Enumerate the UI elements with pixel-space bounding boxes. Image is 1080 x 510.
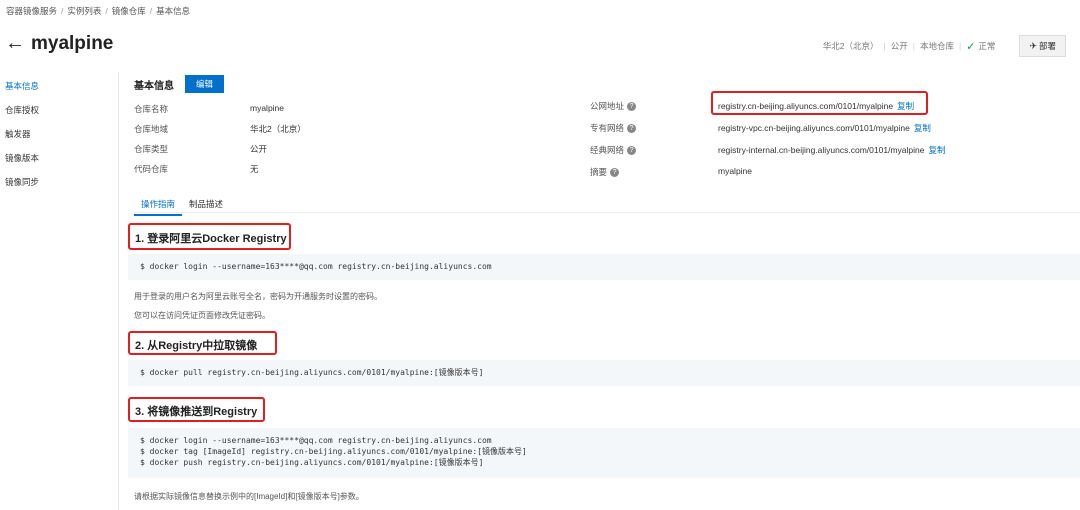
info-label-repo-type: 仓库类型: [134, 144, 169, 154]
info-value-region: 华北2（北京）: [250, 124, 306, 134]
info-label-public-address: 公网地址?: [590, 100, 637, 112]
tab-guide[interactable]: 操作指南: [134, 198, 183, 216]
repo-type-text: 本地仓库: [919, 41, 954, 51]
info-label-code-repo: 代码仓库: [134, 164, 169, 174]
breadcrumb-item: 基本信息: [156, 6, 191, 16]
title-row: ← myalpine: [5, 33, 113, 53]
sidebar: 基本信息 仓库授权 触发器 镜像版本 镜像同步: [5, 74, 110, 194]
check-icon: ✓: [966, 40, 976, 53]
info-label-digest: 摘要?: [590, 166, 620, 178]
section-title: 基本信息: [134, 80, 174, 92]
breadcrumb-item[interactable]: 实例列表: [67, 6, 101, 16]
code-line: $ docker tag [ImageId] registry.cn-beiji…: [140, 447, 527, 456]
info-value-classic-network: registry-internal.cn-beijing.aliyuncs.co…: [718, 145, 946, 155]
sidebar-item-image-versions[interactable]: 镜像版本: [5, 146, 110, 170]
breadcrumb-item[interactable]: 容器镜像服务: [6, 6, 57, 16]
visibility-text: 公开: [890, 41, 908, 51]
breadcrumb: 容器镜像服务 / 实例列表 / 镜像仓库 / 基本信息: [6, 6, 191, 16]
tab-bar: 操作指南 制品描述: [134, 198, 230, 216]
info-label-classic-network: 经典网络?: [590, 144, 637, 156]
help-icon[interactable]: ?: [627, 124, 637, 134]
code-line: $ docker login --username=163****@qq.com…: [140, 262, 492, 271]
basic-info-header: 基本信息 编辑: [134, 75, 225, 93]
sidebar-divider: [118, 72, 119, 510]
step3-title: 3. 将镜像推送到Registry: [135, 406, 258, 418]
info-value-repo-type: 公开: [250, 144, 268, 154]
info-value-repo-name: myalpine: [250, 103, 285, 113]
help-icon[interactable]: ?: [627, 102, 637, 112]
info-label-repo-name: 仓库名称: [134, 104, 169, 114]
info-label-region: 仓库地域: [134, 124, 169, 134]
help-icon[interactable]: ?: [610, 168, 620, 178]
edit-button[interactable]: 编辑: [185, 75, 225, 93]
sidebar-item-repo-auth[interactable]: 仓库授权: [5, 98, 110, 122]
note-text: 用于登录的用户名为阿里云账号全名，密码为开通服务时设置的密码。: [134, 292, 382, 301]
code-line: $ docker login --username=163****@qq.com…: [140, 436, 492, 445]
deploy-button[interactable]: ✈ 部署: [1019, 35, 1066, 57]
tab-divider: [134, 212, 1080, 213]
code-block-login[interactable]: $ docker login --username=163****@qq.com…: [128, 254, 1080, 280]
step2-title: 2. 从Registry中拉取镜像: [135, 340, 258, 352]
page-title: myalpine: [31, 32, 114, 54]
info-value-vpc: registry-vpc.cn-beijing.aliyuncs.com/010…: [718, 123, 931, 133]
code-line: $ docker pull registry.cn-beijing.aliyun…: [140, 368, 484, 377]
region-text: 华北2（北京）: [822, 41, 879, 51]
rocket-icon: ✈: [1029, 40, 1037, 51]
note-text: 您可以在访问凭证页面修改凭证密码。: [134, 311, 270, 320]
deploy-label: 部署: [1038, 41, 1056, 51]
copy-button[interactable]: 复制: [914, 123, 931, 133]
info-value-code-repo: 无: [250, 164, 259, 174]
code-line: $ docker push registry.cn-beijing.aliyun…: [140, 458, 484, 467]
help-icon[interactable]: ?: [627, 146, 637, 156]
sidebar-item-triggers[interactable]: 触发器: [5, 122, 110, 146]
code-block-push[interactable]: $ docker login --username=163****@qq.com…: [128, 428, 1080, 478]
info-value-digest: myalpine: [718, 166, 753, 176]
status-text: 正常: [978, 41, 996, 51]
sidebar-item-basic-info[interactable]: 基本信息: [5, 74, 110, 98]
breadcrumb-item[interactable]: 镜像仓库: [112, 6, 146, 16]
step1-title: 1. 登录阿里云Docker Registry: [135, 233, 287, 245]
sidebar-item-image-sync[interactable]: 镜像同步: [5, 170, 110, 194]
back-arrow-icon[interactable]: ←: [5, 33, 25, 53]
code-block-pull[interactable]: $ docker pull registry.cn-beijing.aliyun…: [128, 360, 1080, 386]
info-label-vpc: 专有网络?: [590, 122, 637, 134]
header-status: 华北2（北京） | 公开 | 本地仓库 | ✓ 正常 ✈ 部署: [823, 35, 1066, 57]
tab-description[interactable]: 制品描述: [182, 198, 230, 216]
highlight-box-public-address: [711, 91, 928, 115]
copy-button[interactable]: 复制: [928, 145, 945, 155]
note-text: 请根据实际镜像信息替换示例中的[ImageId]和[镜像版本号]参数。: [134, 492, 364, 501]
